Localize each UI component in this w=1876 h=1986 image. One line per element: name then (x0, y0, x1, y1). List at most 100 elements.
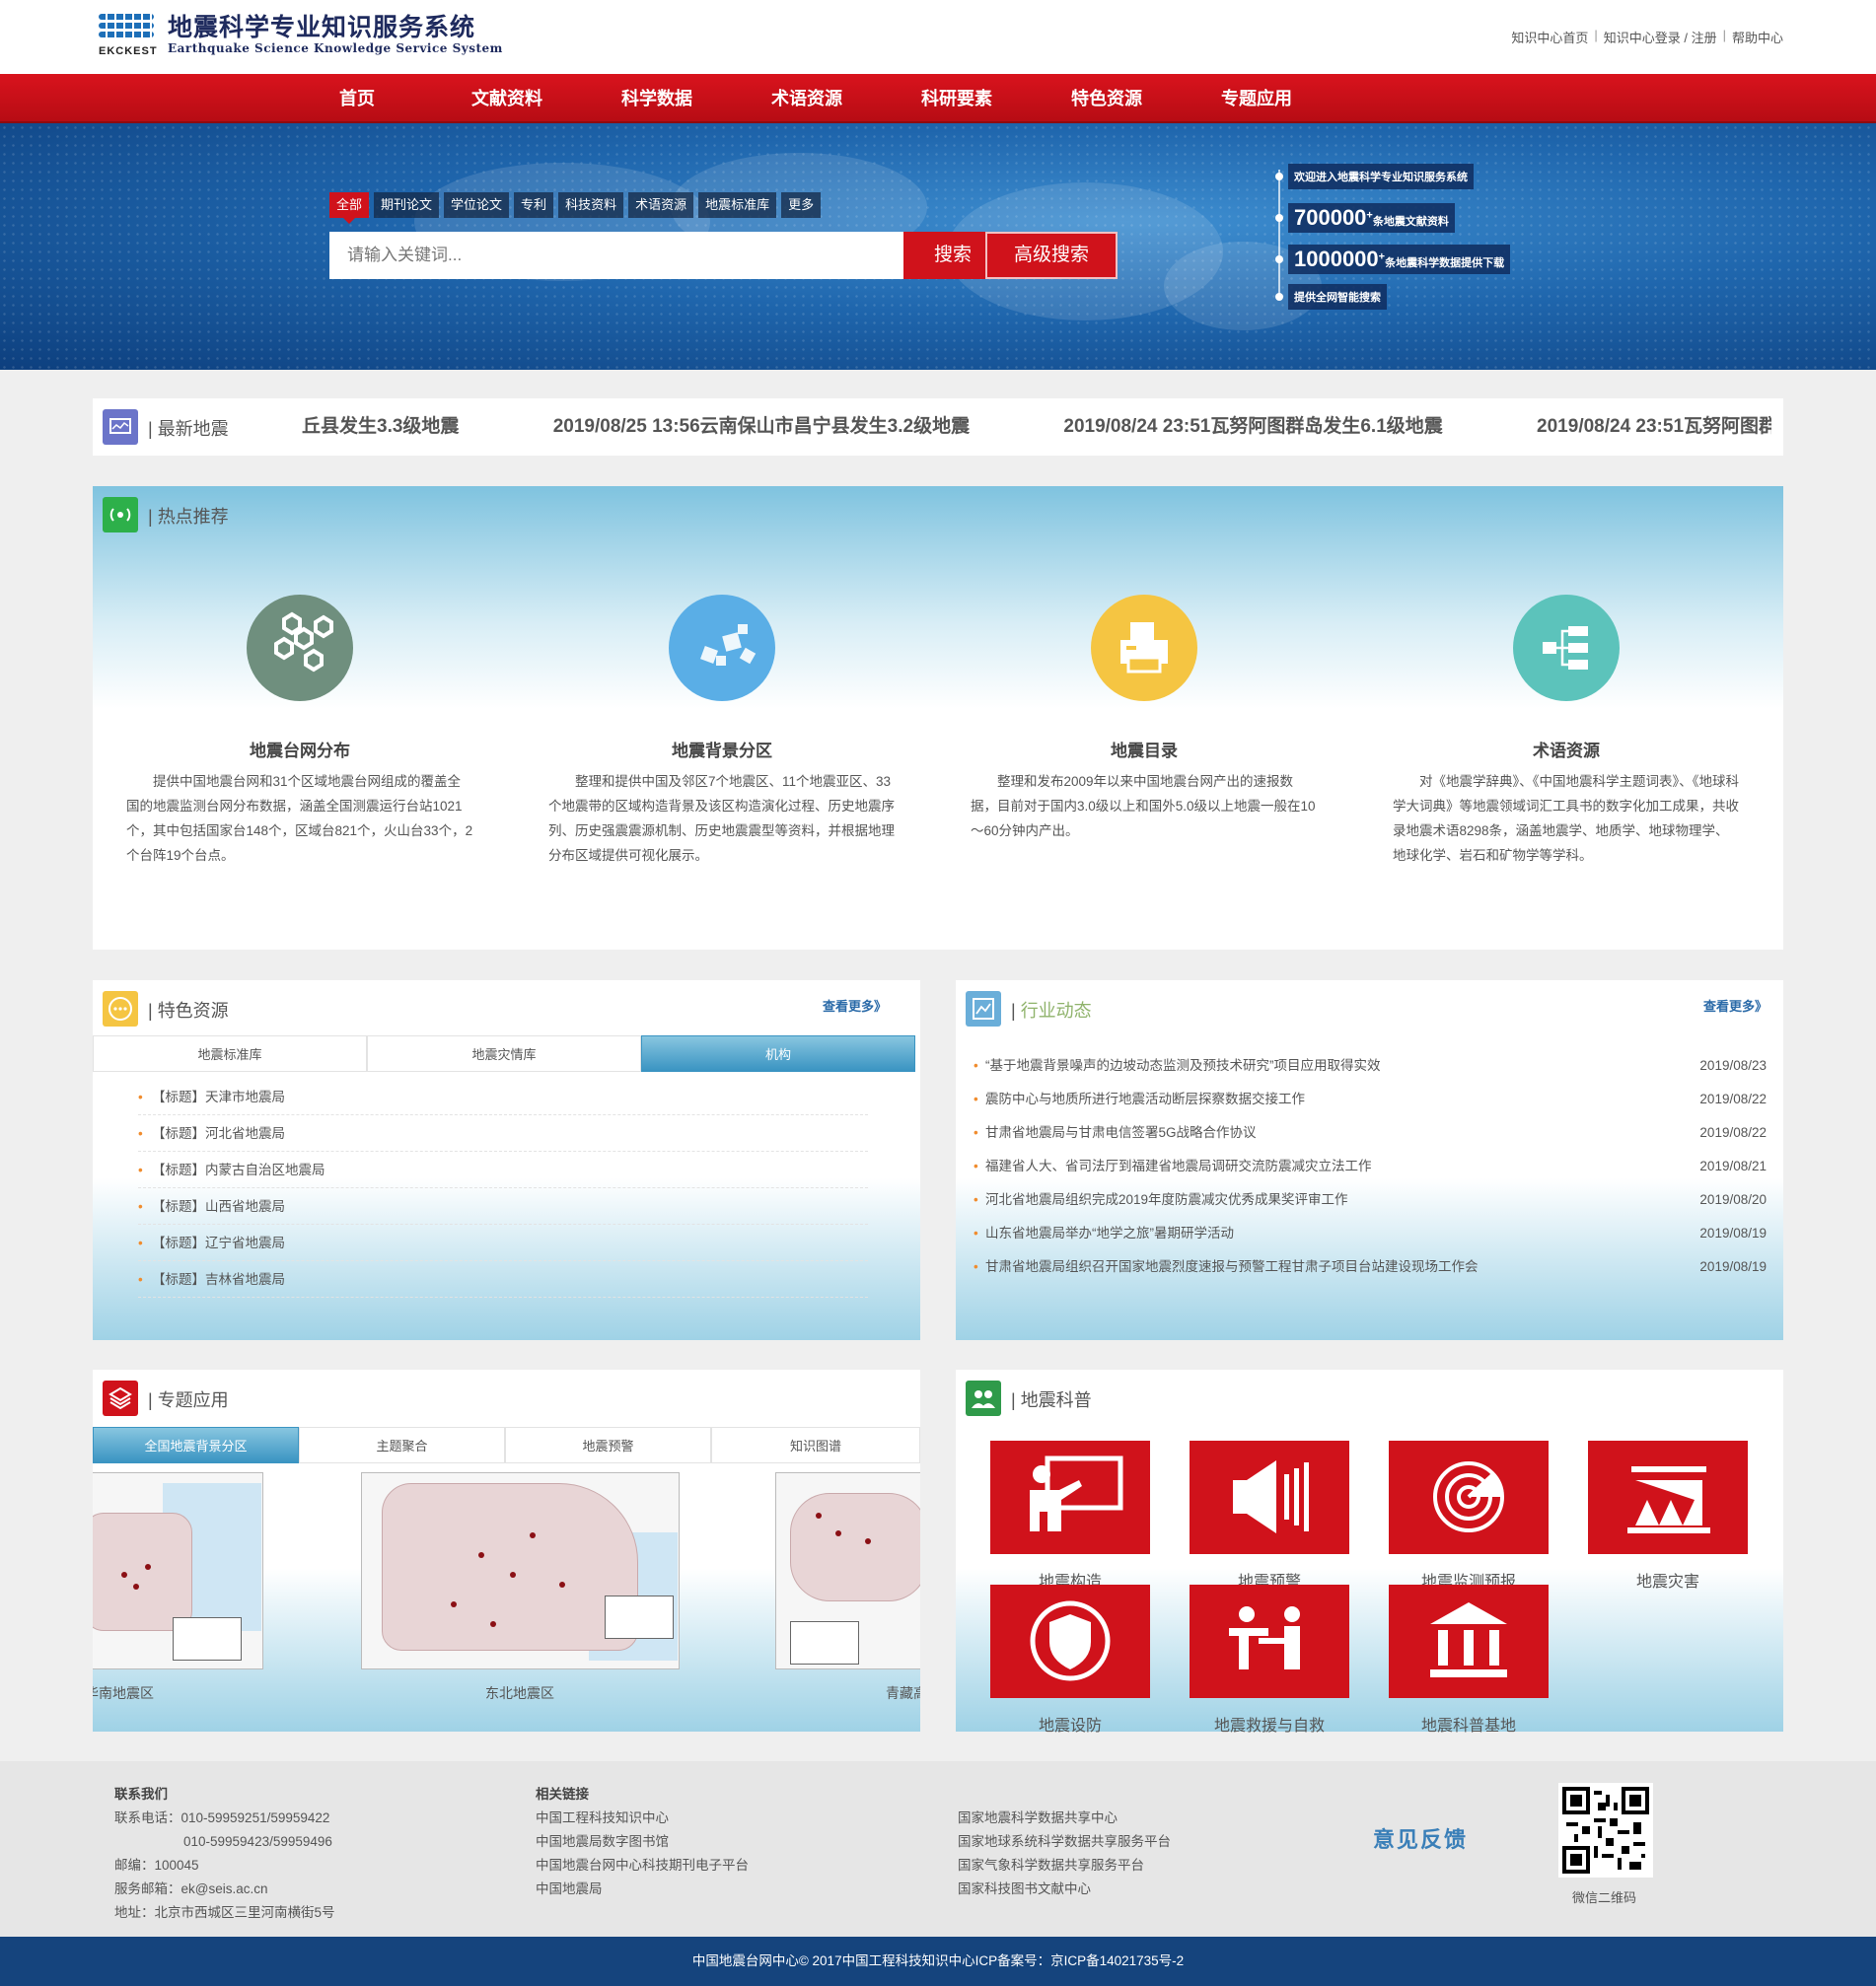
featured-more-link[interactable]: 查看更多》 (823, 996, 887, 1015)
speaker-icon (1190, 1441, 1349, 1554)
shield-icon (990, 1585, 1150, 1698)
news-date: 2019/08/22 (1699, 1125, 1767, 1140)
map-caption: 华南地震区 (93, 1685, 154, 1701)
search-input[interactable] (329, 232, 903, 279)
logo[interactable]: EKCKEST 地震科学专业知识服务系统 Earthquake Science … (93, 12, 503, 57)
feedback-link[interactable]: 意见反馈 (1373, 1822, 1468, 1854)
top-links: 知识中心首页 | 知识中心登录 / 注册 | 帮助中心 (1511, 28, 1783, 46)
search-tab-standards[interactable]: 地震标准库 (698, 192, 777, 218)
list-item[interactable]: 【标题】辽宁省地震局 (138, 1225, 868, 1261)
sci-warning[interactable]: 地震预警 (1190, 1441, 1349, 1592)
list-item[interactable]: 【标题】山西省地震局 (138, 1188, 868, 1225)
nav-science-data[interactable]: 科学数据 (582, 74, 732, 123)
news-item[interactable]: “基于地震背景噪声的边坡动态监测及预技术研究”项目应用取得实效2019/08/2… (974, 1049, 1767, 1083)
stat-literature-count: 700000 (1294, 205, 1367, 230)
list-item[interactable]: 【标题】天津市地震局 (138, 1079, 868, 1115)
footer-links-title: 相关链接 (536, 1787, 589, 1802)
news-item[interactable]: 甘肃省地震局组织召开国家地震烈度速报与预警工程甘肃子项目台站建设现场工作会201… (974, 1250, 1767, 1284)
hot-item-terminology[interactable]: 术语资源 对《地震学辞典》、《中国地震科学主题词表》、《地球科学大词典》等地震领… (1379, 595, 1754, 868)
map-northeast-china[interactable] (361, 1472, 680, 1669)
news-date: 2019/08/21 (1699, 1159, 1767, 1173)
map-caption: 青藏高原 (886, 1685, 920, 1701)
link-login-register[interactable]: 知识中心登录 / 注册 (1604, 28, 1717, 46)
nav-topic-apps[interactable]: 专题应用 (1182, 74, 1332, 123)
hot-item-title: 地震台网分布 (250, 742, 350, 760)
logo-mark-icon: EKCKEST (93, 12, 157, 57)
search-tab-terminology[interactable]: 术语资源 (628, 192, 694, 218)
search-tab-sci-material[interactable]: 科技资料 (558, 192, 624, 218)
hot-item-catalog[interactable]: 地震目录 整理和发布2009年以来中国地震台网产出的速报数据，目前对于国内3.0… (957, 595, 1332, 843)
footer-link[interactable]: 中国地震台网中心科技期刊电子平台 (536, 1854, 749, 1878)
footer-link[interactable]: 国家地震科学数据共享中心 (958, 1807, 1171, 1830)
sci-rescue[interactable]: 地震救援与自救 (1190, 1585, 1349, 1736)
footer-link[interactable]: 中国地震局 (536, 1878, 749, 1901)
search-tab-patent[interactable]: 专利 (514, 192, 554, 218)
footer-email[interactable]: 服务邮箱：ek@seis.ac.cn (114, 1878, 335, 1901)
search-tab-more[interactable]: 更多 (781, 192, 822, 218)
tab-disaster[interactable]: 地震灾情库 (367, 1035, 641, 1072)
list-item[interactable]: 【标题】内蒙古自治区地震局 (138, 1152, 868, 1188)
tab-institutions[interactable]: 机构 (641, 1035, 915, 1072)
tab-early-warning[interactable]: 地震预警 (505, 1427, 711, 1463)
advanced-search-button[interactable]: 高级搜索 (985, 232, 1118, 279)
footer-link[interactable]: 国家地球系统科学数据共享服务平台 (958, 1830, 1171, 1854)
footer-link[interactable]: 中国地震局数字图书馆 (536, 1830, 749, 1854)
footer-address: 地址：北京市西城区三里河南横街5号 (114, 1905, 335, 1920)
footer-phone-2: 010-59959423/59959496 (183, 1834, 332, 1849)
sci-monitoring[interactable]: 地震监测预报 (1389, 1441, 1549, 1592)
link-knowledge-home[interactable]: 知识中心首页 (1511, 28, 1588, 46)
welcome-text: 欢迎进入地震科学专业知识服务系统 (1294, 172, 1468, 183)
tab-topic-aggregation[interactable]: 主题聚合 (299, 1427, 505, 1463)
featured-list: 【标题】天津市地震局 【标题】河北省地震局 【标题】内蒙古自治区地震局 【标题】… (138, 1079, 868, 1298)
news-title: 行业动态 (1020, 1001, 1092, 1021)
news-item[interactable]: 甘肃省地震局与甘肃电信签署5G战略合作协议2019/08/22 (974, 1116, 1767, 1150)
museum-icon (1389, 1585, 1549, 1698)
news-item[interactable]: 河北省地震局组织完成2019年度防震减灾优秀成果奖评审工作2019/08/20 (974, 1183, 1767, 1217)
search-tab-journal[interactable]: 期刊论文 (374, 192, 440, 218)
news-more-link[interactable]: 查看更多》 (1703, 996, 1768, 1015)
search-tab-thesis[interactable]: 学位论文 (444, 192, 510, 218)
news-item[interactable]: 震防中心与地质所进行地震活动断层探察数据交接工作2019/08/22 (974, 1083, 1767, 1116)
sci-fortification[interactable]: 地震设防 (990, 1585, 1150, 1736)
sci-tectonics[interactable]: 地震构造 (990, 1441, 1150, 1592)
hot-item-title: 术语资源 (1533, 742, 1600, 760)
hot-item-background-zones[interactable]: 地震背景分区 整理和提供中国及邻区7个地震区、11个地震亚区、33个地震带的区域… (535, 595, 909, 868)
sci-education-base[interactable]: 地震科普基地 (1389, 1585, 1549, 1736)
quake-item[interactable]: 2019/08/24 23:51瓦努阿图群岛发生6.1级地震 (1063, 398, 1442, 456)
footer-link[interactable]: 中国工程科技知识中心 (536, 1807, 749, 1830)
footer-link[interactable]: 国家气象科学数据共享服务平台 (958, 1854, 1171, 1878)
map-carousel: 华南地震区 东北地震区 青藏高原 (93, 1472, 920, 1701)
list-item[interactable]: 【标题】河北省地震局 (138, 1115, 868, 1152)
tab-knowledge-graph[interactable]: 知识图谱 (711, 1427, 920, 1463)
footer-link[interactable]: 国家科技图书文献中心 (958, 1878, 1171, 1901)
link-help-center[interactable]: 帮助中心 (1732, 28, 1783, 46)
quake-item[interactable]: 2019/08/24 23:51瓦努阿图群岛 (1537, 398, 1771, 456)
list-item[interactable]: 【标题】吉林省地震局 (138, 1261, 868, 1298)
quake-item[interactable]: 丘县发生3.3级地震 (302, 398, 459, 456)
news-item[interactable]: 山东省地震局举办“地学之旅”暑期研学活动2019/08/19 (974, 1217, 1767, 1250)
nav-terminology[interactable]: 术语资源 (732, 74, 882, 123)
search-tab-all[interactable]: 全部 (329, 192, 370, 224)
footer-postcode: 邮编：100045 (114, 1858, 199, 1873)
footer-links: 相关链接 中国工程科技知识中心 中国地震局数字图书馆 中国地震台网中心科技期刊电… (536, 1783, 749, 1901)
stat-data-count: 1000000 (1294, 247, 1379, 271)
nav-research-elements[interactable]: 科研要素 (882, 74, 1032, 123)
hot-item-title: 地震目录 (1111, 742, 1178, 760)
news-item[interactable]: 福建省人大、省司法厅到福建省地震局调研交流防震减灾立法工作2019/08/21 (974, 1150, 1767, 1183)
tab-standards[interactable]: 地震标准库 (93, 1035, 367, 1072)
map-tibet-plateau[interactable] (775, 1472, 920, 1669)
tab-background-zones[interactable]: 全国地震背景分区 (93, 1427, 299, 1463)
hot-item-desc: 整理和发布2009年以来中国地震台网产出的速报数据，目前对于国内3.0级以上和国… (971, 774, 1316, 838)
quake-item[interactable]: 2019/08/25 13:56云南保山市昌宁县发生3.2级地震 (553, 398, 970, 456)
topic-tabs: 全国地震背景分区 主题聚合 地震预警 知识图谱 (93, 1427, 920, 1463)
logo-title-en: Earthquake Science Knowledge Service Sys… (168, 41, 503, 55)
nav-home[interactable]: 首页 (282, 74, 432, 123)
topic-panel: | 专题应用 全国地震背景分区 主题聚合 地震预警 知识图谱 南地震区 东北地震… (93, 1370, 920, 1732)
latest-quake-bar: | 最新地震 丘县发生3.3级地震 2019/08/25 13:56云南保山市昌… (93, 398, 1783, 456)
hot-item-network[interactable]: 地震台网分布 提供中国地震台网和31个区域地震台网组成的覆盖全国的地震监测台网分… (112, 595, 487, 868)
sci-disaster[interactable]: 地震灾害 (1588, 1441, 1748, 1592)
map-south-china[interactable] (93, 1472, 263, 1669)
nav-featured[interactable]: 特色资源 (1032, 74, 1182, 123)
nav-literature[interactable]: 文献资料 (432, 74, 582, 123)
rescue-people-icon (1190, 1585, 1349, 1698)
